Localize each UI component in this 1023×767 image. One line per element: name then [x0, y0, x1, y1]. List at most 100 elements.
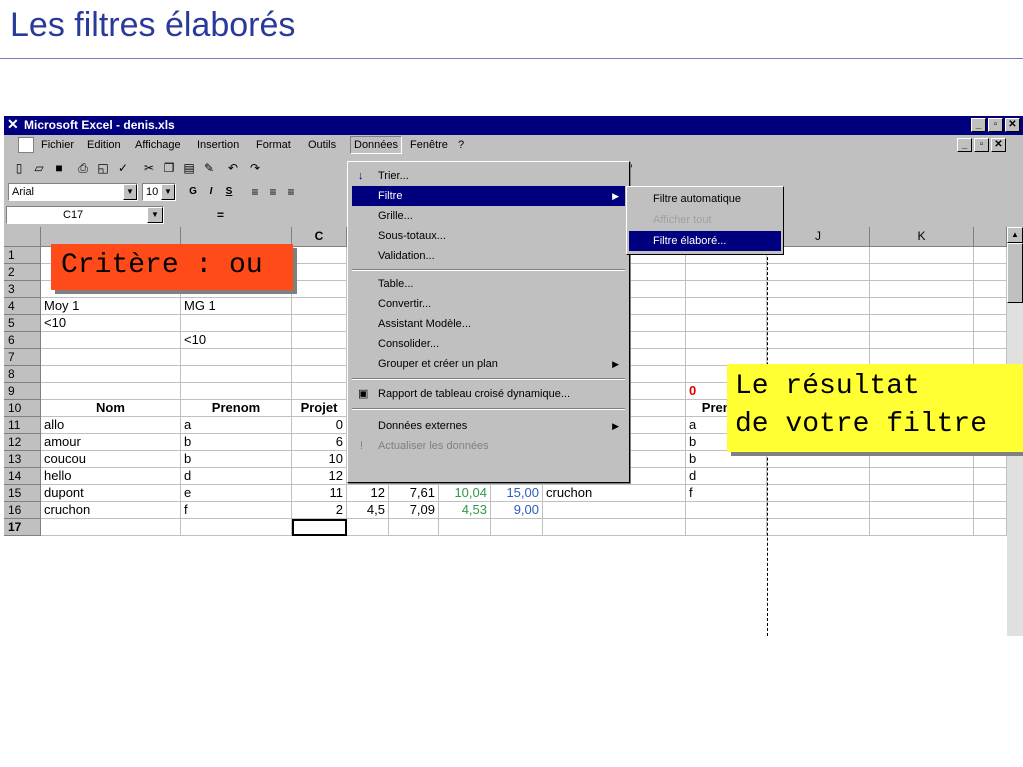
menu-fenetre[interactable]: Fenêtre	[410, 139, 448, 151]
workbook-icon[interactable]	[18, 137, 34, 153]
cell-empty[interactable]	[767, 281, 870, 298]
name-box[interactable]: C17 ▼	[6, 206, 164, 224]
cell-c-row-1[interactable]	[292, 247, 347, 264]
open-icon[interactable]: ▱	[30, 159, 48, 177]
doc-minimize-button[interactable]: _	[957, 138, 972, 152]
align-left-icon[interactable]: ≡	[246, 183, 264, 201]
menu-item-consolider[interactable]: Consolider...	[352, 334, 625, 354]
cell-f2-row-15[interactable]: 15,00	[491, 485, 543, 502]
cell-b-row-17[interactable]	[181, 519, 292, 536]
cut-icon[interactable]: ✂	[140, 159, 158, 177]
cell-f2-row-17[interactable]	[491, 519, 543, 536]
cell-empty[interactable]	[974, 264, 1007, 281]
cell-c-row-15[interactable]: 11	[292, 485, 347, 502]
cell-empty[interactable]	[870, 298, 974, 315]
row-header[interactable]: 12	[4, 434, 41, 451]
cell-c-row-7[interactable]	[292, 349, 347, 366]
cell-f1-row-15[interactable]: 10,04	[439, 485, 491, 502]
print-icon[interactable]: ⎙	[74, 159, 92, 177]
menu-item-assistant-modele[interactable]: Assistant Modèle...	[352, 314, 625, 334]
cell-c-row-12[interactable]: 6	[292, 434, 347, 451]
cell-h-row-5[interactable]	[686, 315, 767, 332]
cell-a-row-11[interactable]: allo	[41, 417, 181, 434]
cell-d-row-15[interactable]: 12	[347, 485, 389, 502]
menu-fichier[interactable]: Fichier	[41, 139, 74, 151]
cell-h-row-15[interactable]: f	[686, 485, 767, 502]
cell-b-row-9[interactable]	[181, 383, 292, 400]
cell-empty[interactable]	[767, 332, 870, 349]
cell-c-row-8[interactable]	[292, 366, 347, 383]
cell-b-row-16[interactable]: f	[181, 502, 292, 519]
cell-a-row-14[interactable]: hello	[41, 468, 181, 485]
save-icon[interactable]: ■	[50, 159, 68, 177]
cell-a-row-10[interactable]: Nom	[41, 400, 181, 417]
menu-item-grouper[interactable]: Grouper et créer un plan ▶	[352, 354, 625, 374]
cell-c-row-11[interactable]: 0	[292, 417, 347, 434]
row-header[interactable]: 7	[4, 349, 41, 366]
cell-e-row-15[interactable]: 7,61	[389, 485, 439, 502]
redo-icon[interactable]: ↷	[246, 159, 264, 177]
cell-empty[interactable]	[767, 264, 870, 281]
copy-icon[interactable]: ❐	[160, 159, 178, 177]
cell-b-row-4[interactable]: MG 1	[181, 298, 292, 315]
row-header[interactable]: 1	[4, 247, 41, 264]
menu-item-filtre[interactable]: Filtre ▶	[352, 186, 625, 206]
cell-g-row-15[interactable]: cruchon	[543, 485, 686, 502]
scroll-thumb[interactable]	[1007, 243, 1023, 303]
cell-a-row-16[interactable]: cruchon	[41, 502, 181, 519]
cell-f1-row-16[interactable]: 4,53	[439, 502, 491, 519]
maximize-button[interactable]: ▫	[988, 118, 1003, 132]
column-header-l[interactable]	[974, 227, 1007, 247]
cell-c-row-10[interactable]: Projet	[292, 400, 347, 417]
row-header[interactable]: 15	[4, 485, 41, 502]
cell-e-row-16[interactable]: 7,09	[389, 502, 439, 519]
cell-g-row-16[interactable]	[543, 502, 686, 519]
cell-empty[interactable]	[767, 485, 870, 502]
cell-c-row-16[interactable]: 2	[292, 502, 347, 519]
row-header[interactable]: 11	[4, 417, 41, 434]
name-box-dropdown-icon[interactable]: ▼	[147, 207, 163, 223]
scroll-up-icon[interactable]: ▲	[1007, 227, 1023, 243]
cell-f1-row-17[interactable]	[439, 519, 491, 536]
cell-h-row-14[interactable]: d	[686, 468, 767, 485]
cell-a-row-15[interactable]: dupont	[41, 485, 181, 502]
cell-empty[interactable]	[870, 264, 974, 281]
cell-b-row-13[interactable]: b	[181, 451, 292, 468]
cell-h-row-3[interactable]	[686, 281, 767, 298]
cell-b-row-10[interactable]: Prenom	[181, 400, 292, 417]
cell-empty[interactable]	[974, 298, 1007, 315]
cell-b-row-6[interactable]: <10	[181, 332, 292, 349]
cell-empty[interactable]	[767, 519, 870, 536]
size-dropdown-icon[interactable]: ▼	[161, 184, 175, 200]
cell-c-row-4[interactable]	[292, 298, 347, 315]
cell-a-row-6[interactable]	[41, 332, 181, 349]
cell-empty[interactable]	[870, 502, 974, 519]
menu-aide[interactable]: ?	[458, 139, 464, 151]
cell-a-row-5[interactable]: <10	[41, 315, 181, 332]
cell-a-row-4[interactable]: Moy 1	[41, 298, 181, 315]
select-all-corner[interactable]	[4, 227, 41, 247]
cell-d-row-17[interactable]	[347, 519, 389, 536]
column-header-k[interactable]: K	[870, 227, 974, 247]
menu-item-rapport-tcd[interactable]: ▣ Rapport de tableau croisé dynamique...	[352, 384, 625, 404]
row-header[interactable]: 2	[4, 264, 41, 281]
cell-empty[interactable]	[974, 315, 1007, 332]
row-header[interactable]: 9	[4, 383, 41, 400]
cell-g-row-17[interactable]	[543, 519, 686, 536]
column-header-c[interactable]: C	[292, 227, 347, 247]
menu-outils[interactable]: Outils	[308, 139, 336, 151]
cell-a-row-17[interactable]	[41, 519, 181, 536]
cell-empty[interactable]	[974, 247, 1007, 264]
cell-d-row-16[interactable]: 4,5	[347, 502, 389, 519]
menu-item-donnees-externes[interactable]: Données externes ▶	[352, 416, 625, 436]
doc-restore-button[interactable]: ▫	[974, 138, 989, 152]
cell-empty[interactable]	[974, 332, 1007, 349]
cell-empty[interactable]	[870, 332, 974, 349]
bold-button[interactable]: G	[184, 183, 202, 201]
cell-h-row-4[interactable]	[686, 298, 767, 315]
cell-a-row-12[interactable]: amour	[41, 434, 181, 451]
menu-item-table[interactable]: Table...	[352, 274, 625, 294]
cell-f2-row-16[interactable]: 9,00	[491, 502, 543, 519]
cell-empty[interactable]	[870, 468, 974, 485]
cell-a-row-13[interactable]: coucou	[41, 451, 181, 468]
